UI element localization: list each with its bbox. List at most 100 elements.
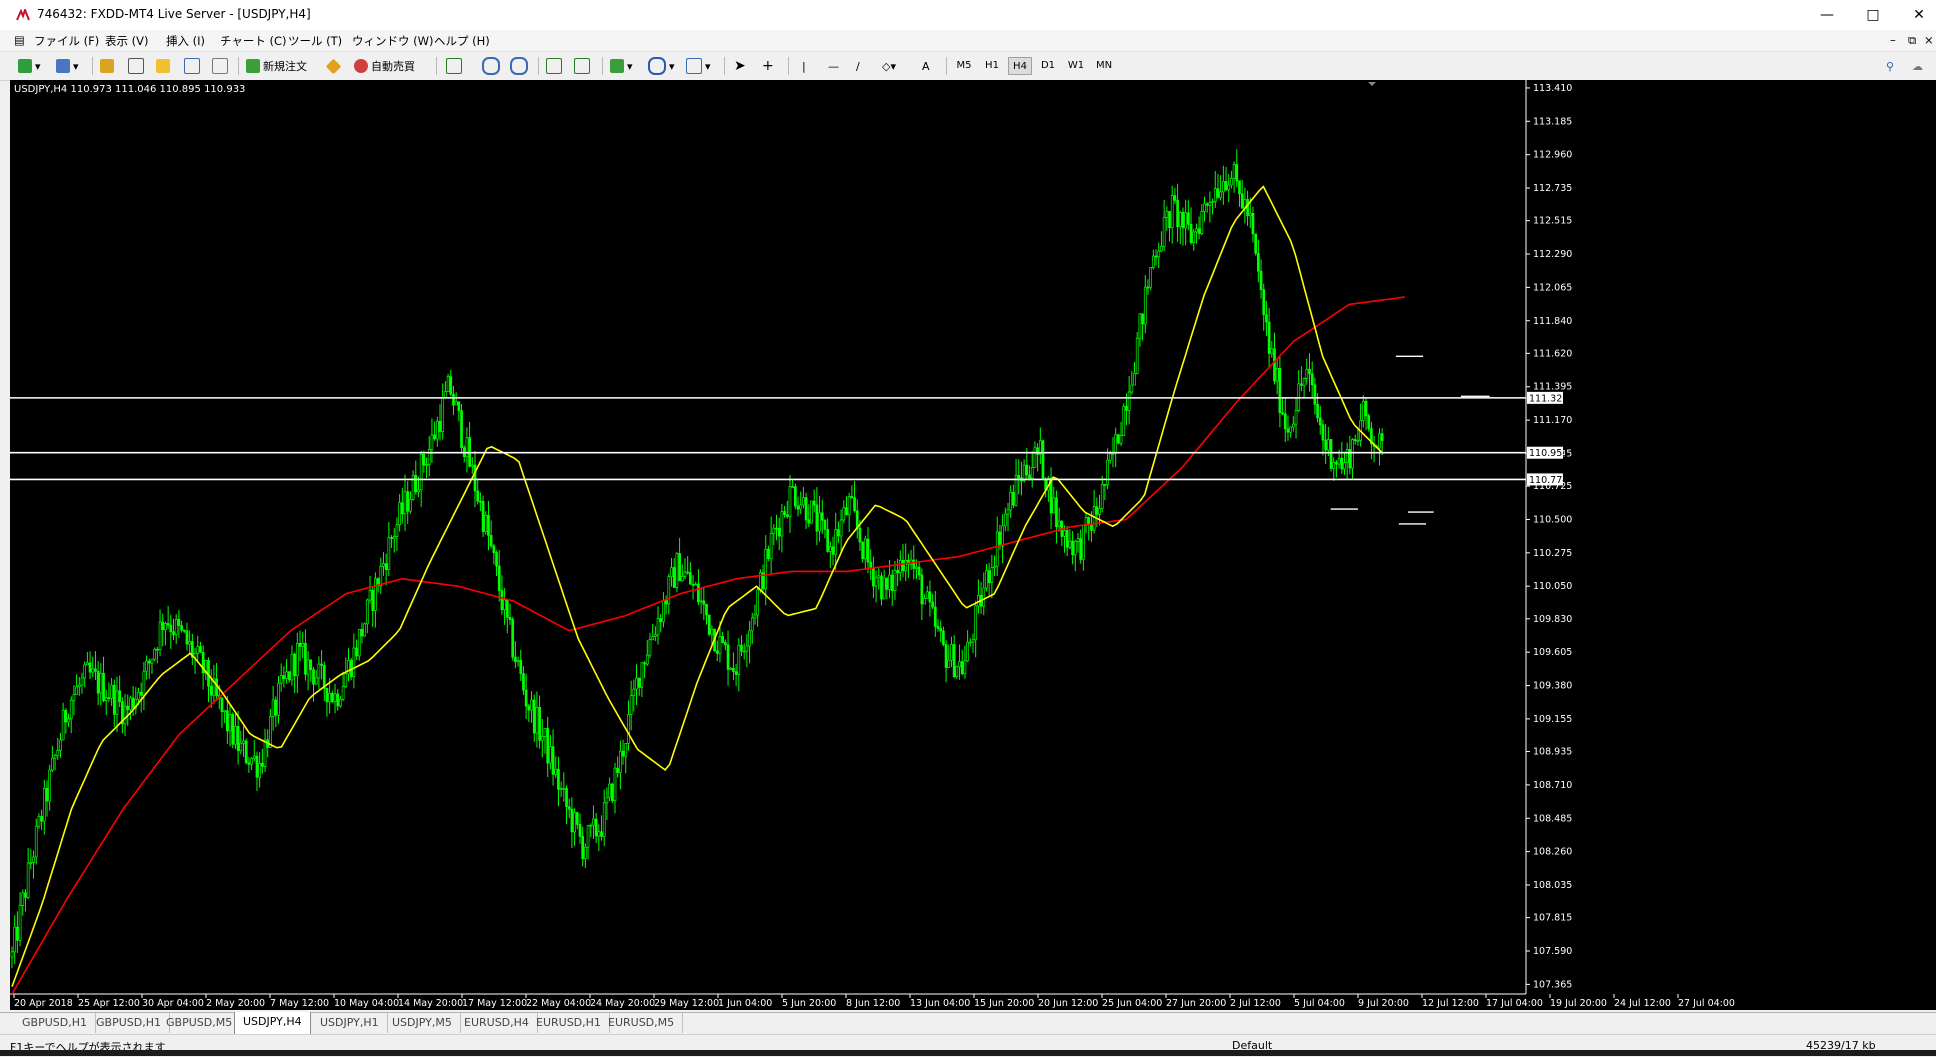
periods-button[interactable]: ▾	[648, 56, 675, 76]
zoom-out-button[interactable]	[510, 56, 531, 76]
zoom-in-button[interactable]	[482, 56, 503, 76]
candle-body	[519, 660, 523, 674]
candle-body	[1259, 270, 1263, 291]
tf-h1[interactable]: H1	[980, 57, 1004, 75]
candle-body	[239, 742, 243, 752]
templates-button[interactable]: ▾	[686, 56, 711, 76]
price-chart[interactable]: 113.410 113.185 112.960 112.735 112.515 112.2…	[10, 80, 1936, 1010]
candle-body	[546, 728, 550, 764]
crosshair-tool[interactable]: +	[762, 56, 774, 76]
child-restore-button[interactable]: ⧉	[1908, 33, 1916, 48]
candle-body	[745, 645, 749, 652]
candle-body	[866, 538, 870, 563]
candle-body	[514, 656, 517, 663]
chat-button[interactable]: ☁	[1912, 56, 1923, 76]
chart-window[interactable]: 113.410 113.185 112.960 112.735 112.515 112.2…	[10, 80, 1936, 1010]
chart-tab[interactable]: EURUSD,H1	[528, 1013, 610, 1033]
time-tick-label: 1 Jun 04:00	[718, 998, 772, 1009]
candle-body	[188, 641, 192, 645]
candle-body	[710, 628, 714, 635]
auto-scroll-button[interactable]	[546, 56, 565, 76]
candle-body	[112, 684, 116, 715]
candle-body	[1160, 246, 1163, 252]
price-tick-label: 111.620	[1533, 348, 1572, 359]
candle-body	[438, 420, 442, 432]
menu-window[interactable]: ウィンドウ (W)	[352, 33, 434, 49]
cursor-tool[interactable]: ➤	[734, 56, 746, 76]
candle-body	[449, 376, 453, 395]
tf-m5[interactable]: M5	[952, 57, 976, 75]
chart-tab[interactable]: GBPUSD,M5	[158, 1013, 242, 1033]
chart-tab[interactable]: USDJPY,H1	[312, 1013, 388, 1033]
candle-body	[1079, 538, 1083, 560]
trendline-tool[interactable]: ∕	[856, 56, 860, 76]
candle-body	[1200, 211, 1204, 234]
menu-help[interactable]: ヘルプ (H)	[434, 33, 490, 49]
tf-h4[interactable]: H4	[1008, 57, 1032, 75]
candle-body	[624, 743, 628, 757]
navigator-button[interactable]	[156, 56, 173, 76]
candle-body	[500, 590, 504, 611]
candle-body	[400, 502, 404, 515]
candle-body	[872, 567, 875, 587]
price-tick-label: 108.260	[1533, 847, 1572, 858]
vertical-line-tool[interactable]: |	[802, 56, 806, 76]
menu-file[interactable]: ファイル (F)	[34, 33, 99, 49]
indicators-button[interactable]: ▾	[610, 56, 633, 76]
tf-mn[interactable]: MN	[1092, 57, 1116, 75]
horizontal-line-tool[interactable]: —	[828, 56, 839, 76]
chart-tab[interactable]: EURUSD,H4	[456, 1013, 538, 1033]
bar-chart-button[interactable]	[446, 56, 465, 76]
candle-body	[271, 699, 275, 717]
chart-tab[interactable]: USDJPY,M5	[384, 1013, 461, 1033]
candle-body	[86, 662, 89, 666]
data-window-button[interactable]	[128, 56, 147, 76]
auto-trade-button[interactable]: 自動売買	[354, 56, 415, 76]
chart-shift-button[interactable]	[574, 56, 593, 76]
maximize-button[interactable]: □	[1850, 0, 1896, 30]
minimize-button[interactable]: —	[1804, 0, 1850, 30]
terminal-button[interactable]	[184, 56, 203, 76]
chart-tab[interactable]: USDJPY,H4	[234, 1012, 311, 1035]
tester-button[interactable]	[212, 56, 231, 76]
market-watch-button[interactable]	[100, 56, 117, 76]
candle-body	[508, 617, 512, 620]
time-tick-label: 29 May 12:00	[654, 998, 719, 1009]
candle-body	[896, 570, 899, 574]
candle-body	[1057, 520, 1061, 527]
vertical-line-icon: |	[802, 59, 806, 73]
menu-chart[interactable]: チャート (C)	[220, 33, 287, 49]
candle-body	[597, 831, 601, 837]
child-close-button[interactable]: ×	[1924, 33, 1934, 47]
candle-body	[683, 571, 687, 577]
tf-d1[interactable]: D1	[1036, 57, 1060, 75]
chart-tab[interactable]: GBPUSD,H1	[14, 1013, 96, 1033]
text-tool[interactable]: A	[922, 56, 930, 76]
profiles-button[interactable]: ▾	[56, 56, 79, 76]
candle-body	[325, 687, 329, 703]
shapes-tool[interactable]: ◇▾	[882, 56, 896, 76]
search-button[interactable]: ⚲	[1886, 56, 1894, 76]
close-button[interactable]: ✕	[1896, 0, 1936, 30]
menu-doc-icon[interactable]: ▤	[14, 33, 25, 47]
child-minimize-button[interactable]: –	[1890, 33, 1896, 47]
candle-body	[1108, 453, 1112, 461]
candle-body	[613, 767, 617, 802]
chart-tab[interactable]: EURUSD,M5	[600, 1013, 684, 1033]
candle-body	[726, 644, 730, 670]
candle-body	[1221, 181, 1225, 193]
candle-body	[764, 548, 768, 590]
candle-body	[379, 565, 383, 587]
new-order-button[interactable]: 新規注文	[246, 56, 307, 76]
price-marker-label: 110.774	[1529, 475, 1568, 486]
candle-body	[1335, 462, 1338, 465]
new-chart-button[interactable]: ▾	[18, 56, 41, 76]
menu-tools[interactable]: ツール (T)	[288, 33, 342, 49]
menu-insert[interactable]: 挿入 (I)	[166, 33, 205, 49]
metaeditor-button[interactable]	[325, 56, 342, 76]
tf-w1[interactable]: W1	[1064, 57, 1088, 75]
price-tick-label: 112.065	[1533, 282, 1572, 293]
candle-body	[258, 762, 262, 778]
menu-view[interactable]: 表示 (V)	[105, 33, 149, 49]
candle-body	[293, 653, 296, 677]
